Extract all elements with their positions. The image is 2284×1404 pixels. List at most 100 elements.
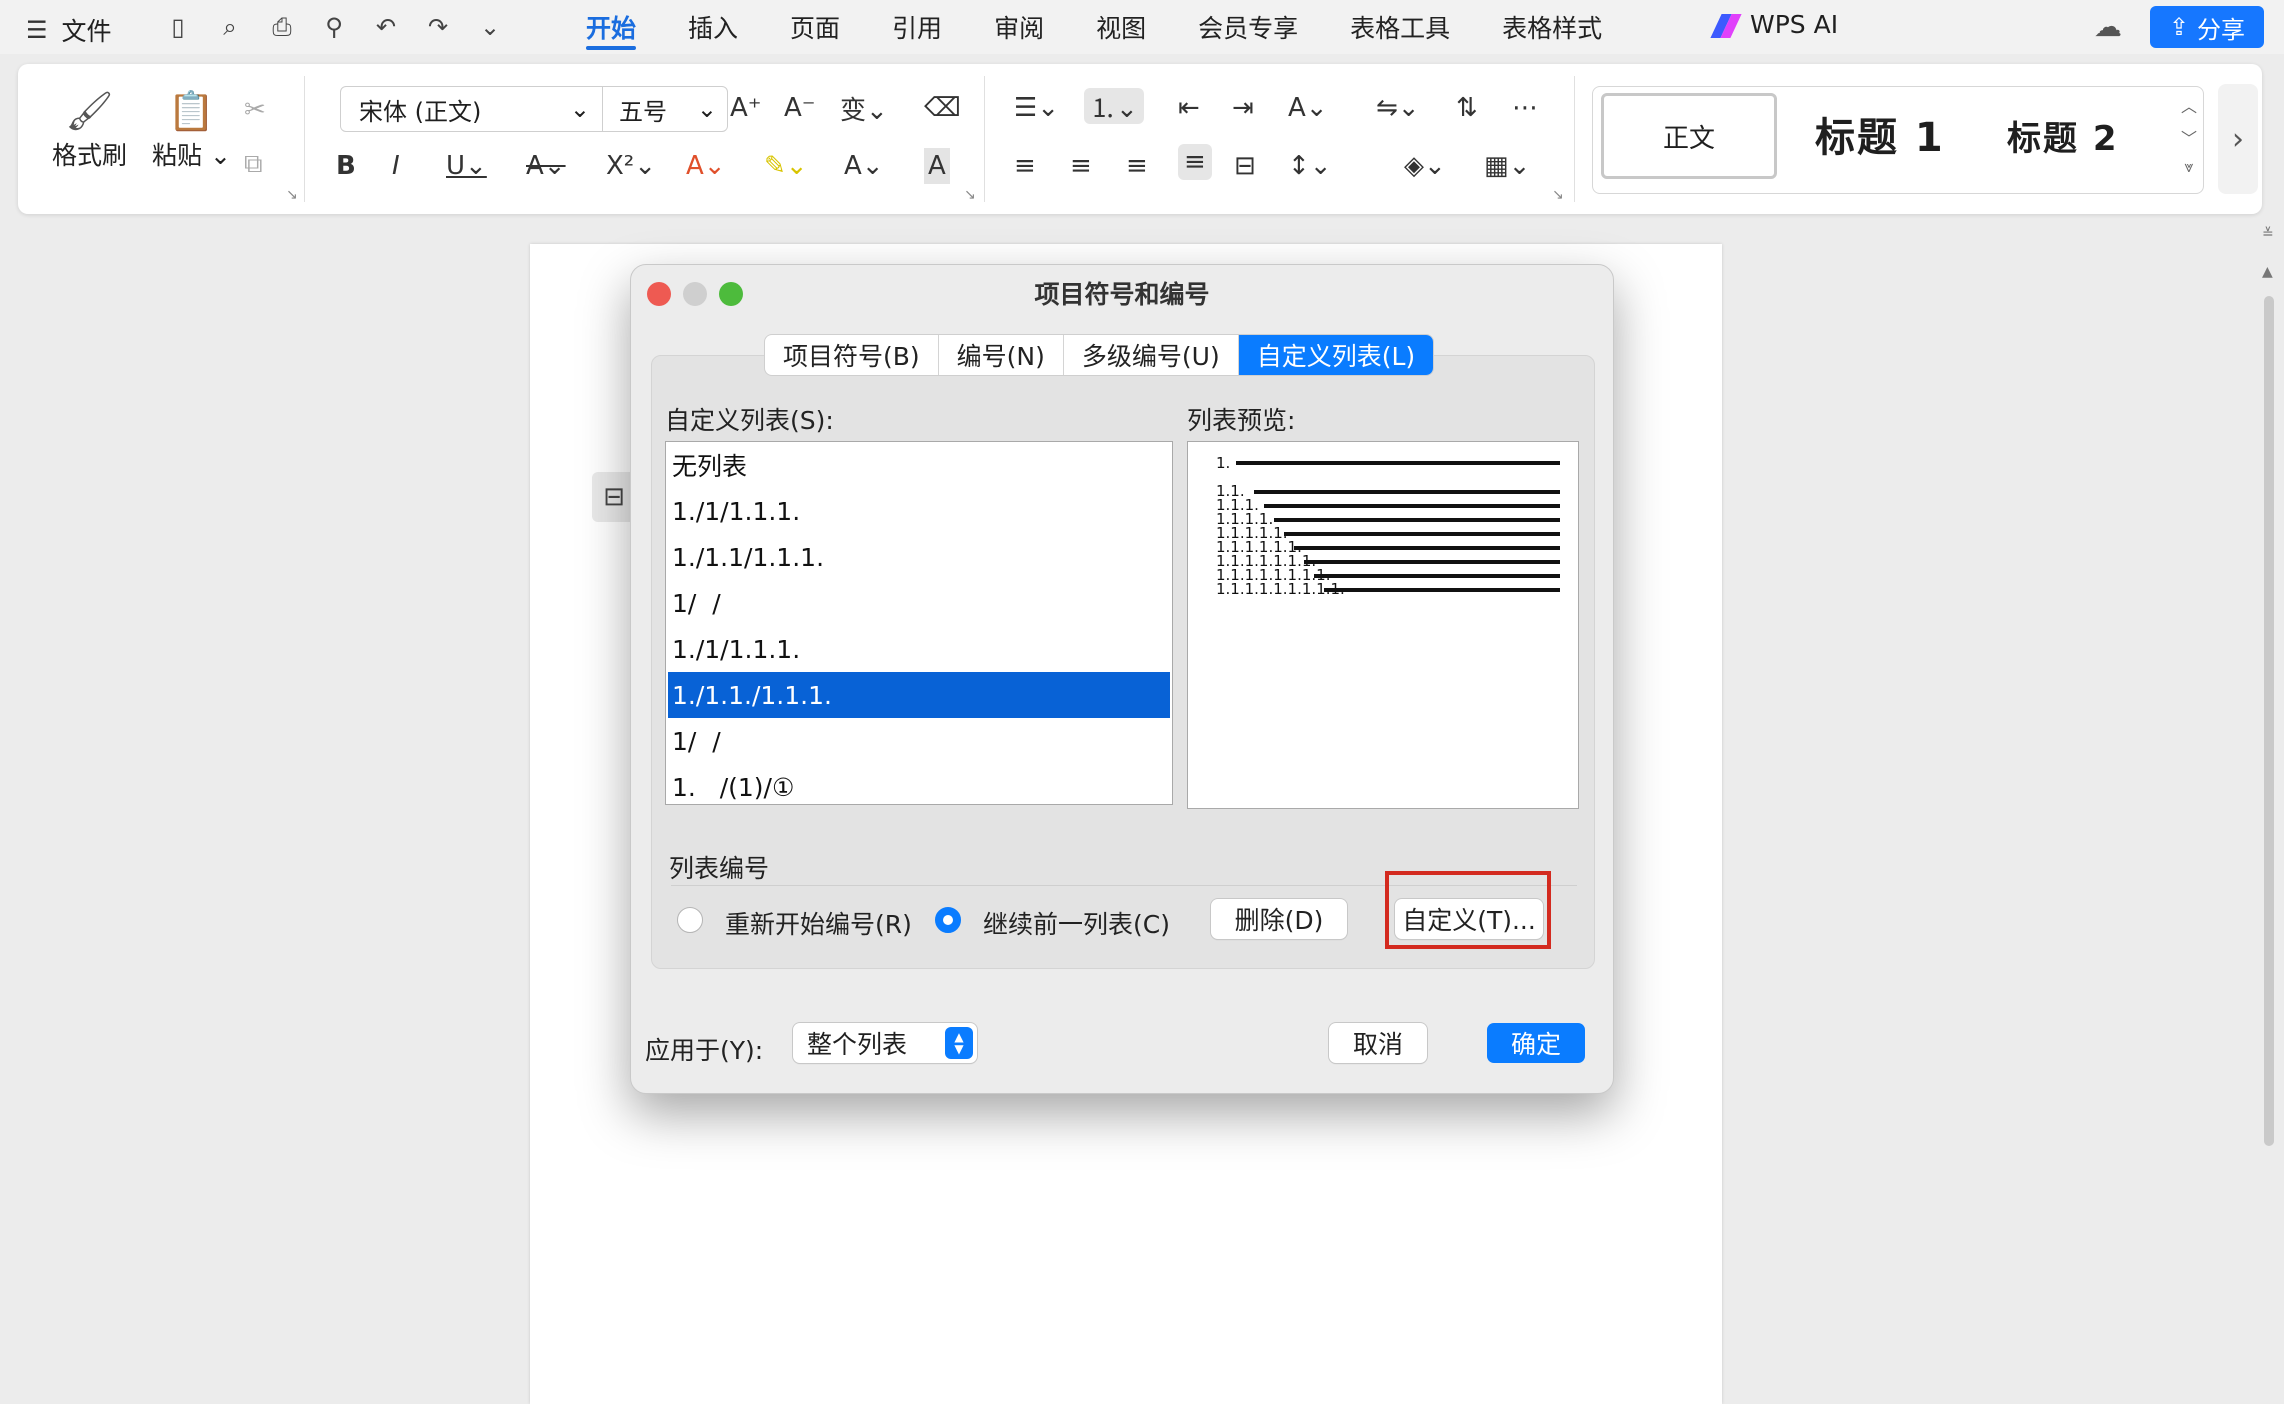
print-icon[interactable]: ⎙ bbox=[256, 12, 308, 42]
tab-insert[interactable]: 插入 bbox=[662, 0, 764, 54]
show-marks-icon[interactable]: ⋯ bbox=[1512, 90, 1538, 126]
list-item[interactable]: 1./1/1.1.1. bbox=[666, 488, 1172, 534]
continue-list-label: 继续前一列表(C) bbox=[983, 910, 1170, 939]
text-effect-icon[interactable]: A⌄ bbox=[686, 148, 726, 184]
clipboard-expand-icon[interactable]: ↘ bbox=[286, 187, 298, 203]
select-stepper-icon: ▲ ▼ bbox=[945, 1027, 973, 1059]
tab-member[interactable]: 会员专享 bbox=[1172, 0, 1324, 54]
clear-format-icon[interactable]: ⌫ bbox=[924, 90, 961, 126]
tab-references[interactable]: 引用 bbox=[866, 0, 968, 54]
wps-ai-label: WPS AI bbox=[1750, 10, 1839, 39]
chevron-up-icon[interactable]: ︿ bbox=[2181, 93, 2197, 117]
preview-line bbox=[1254, 490, 1560, 494]
list-item[interactable]: 1./1.1/1.1.1. bbox=[666, 534, 1172, 580]
preview-line bbox=[1274, 518, 1560, 522]
list-item[interactable]: 1./1/1.1.1. bbox=[666, 626, 1172, 672]
chevron-down-icon: ⌄ bbox=[569, 95, 590, 123]
tab-page[interactable]: 页面 bbox=[764, 0, 866, 54]
paragraph-expand-icon[interactable]: ↘ bbox=[1552, 187, 1564, 203]
chevron-down-icon[interactable]: ﹀ bbox=[2181, 125, 2197, 149]
phonetic-guide-icon[interactable]: 变⌄ bbox=[840, 90, 888, 126]
sort-icon[interactable]: ⇅ bbox=[1456, 90, 1478, 126]
shrink-font-icon[interactable]: A⁻ bbox=[784, 90, 816, 126]
sort-swap-icon[interactable]: ⇋⌄ bbox=[1376, 90, 1420, 126]
chevron-right-icon[interactable]: › bbox=[2218, 84, 2258, 194]
wps-ai-button[interactable]: WPS AI bbox=[1710, 10, 1839, 39]
list-item[interactable]: 1. /(1)/① bbox=[666, 764, 1172, 804]
preview-line bbox=[1324, 588, 1560, 592]
tab-multilevel[interactable]: 多级编号(U) bbox=[1064, 335, 1239, 375]
tab-table-style[interactable]: 表格样式 bbox=[1476, 0, 1628, 54]
format-painter-button[interactable]: 🖌 格式刷 bbox=[52, 86, 127, 172]
scrollbar-thumb[interactable] bbox=[2264, 296, 2274, 1146]
custom-list-box[interactable]: 无列表 1./1/1.1.1. 1./1.1/1.1.1. 1/ / 1./1/… bbox=[665, 441, 1173, 805]
highlight-icon[interactable]: ✎⌄ bbox=[764, 148, 808, 184]
delete-button[interactable]: 删除(D) bbox=[1211, 899, 1347, 939]
more-chevron-icon[interactable]: ⌄ bbox=[464, 12, 516, 42]
restart-numbering-radio[interactable] bbox=[677, 907, 703, 933]
list-item[interactable]: 1/ / bbox=[666, 580, 1172, 626]
list-item[interactable]: 1/ / bbox=[666, 718, 1172, 764]
styles-gallery: 正文 标题 1 标题 2 ︿ ﹀ ⩔ bbox=[1592, 86, 2204, 194]
export-icon[interactable]: ⌕ bbox=[204, 12, 256, 42]
vertical-scrollbar[interactable]: ≚ ▲ bbox=[2258, 226, 2282, 1404]
preview-line bbox=[1314, 574, 1560, 578]
decrease-indent-icon[interactable]: ⇤ bbox=[1178, 90, 1200, 126]
tab-numbering[interactable]: 编号(N) bbox=[939, 335, 1064, 375]
expand-gallery-icon[interactable]: ⩔ bbox=[2184, 157, 2193, 177]
cut-icon[interactable]: ✂ bbox=[244, 92, 266, 128]
tab-custom-list[interactable]: 自定义列表(L) bbox=[1238, 335, 1434, 375]
tab-review[interactable]: 审阅 bbox=[968, 0, 1070, 54]
apply-to-select[interactable]: 整个列表 ▲ ▼ bbox=[793, 1023, 977, 1063]
ok-button[interactable]: 确定 bbox=[1487, 1023, 1585, 1063]
increase-indent-icon[interactable]: ⇥ bbox=[1232, 90, 1254, 126]
cloud-upload-icon[interactable]: ☁ bbox=[2094, 10, 2122, 43]
share-label: 分享 bbox=[2197, 15, 2246, 44]
borders-icon[interactable]: ▦⌄ bbox=[1484, 148, 1530, 184]
superscript-icon[interactable]: X²⌄ bbox=[606, 148, 656, 184]
align-left-icon[interactable]: ≡ bbox=[1014, 148, 1036, 184]
bold-icon[interactable]: B bbox=[336, 148, 356, 184]
strikethrough-icon[interactable]: A⌄ bbox=[526, 148, 566, 184]
text-direction-icon[interactable]: A⌄ bbox=[1288, 90, 1328, 126]
redo-icon[interactable]: ↷ bbox=[412, 12, 464, 42]
list-item-selected[interactable]: 1./1.1./1.1.1. bbox=[668, 672, 1170, 718]
file-menu[interactable]: ☰ 文件 bbox=[26, 12, 112, 48]
bullet-list-icon[interactable]: ☰⌄ bbox=[1014, 90, 1059, 126]
save-icon[interactable]: ▯ bbox=[152, 12, 204, 42]
tab-bullets[interactable]: 项目符号(B) bbox=[765, 335, 939, 375]
tab-home[interactable]: 开始 bbox=[560, 0, 662, 54]
align-right-icon[interactable]: ≡ bbox=[1126, 148, 1148, 184]
apply-to-label: 应用于(Y): bbox=[645, 1036, 764, 1065]
justify-icon[interactable]: ≡ bbox=[1178, 144, 1212, 180]
undo-icon[interactable]: ↶ bbox=[360, 12, 412, 42]
font-size-select[interactable]: 五号 ⌄ bbox=[603, 87, 727, 131]
list-item[interactable]: 无列表 bbox=[666, 442, 1172, 488]
copy-icon[interactable]: ⧉ bbox=[244, 146, 263, 182]
clipboard-icon: 📋 bbox=[167, 88, 216, 133]
distribute-icon[interactable]: ⊟ bbox=[1234, 148, 1256, 184]
numbered-list-icon[interactable]: ⒈⌄ bbox=[1084, 88, 1144, 124]
cancel-button[interactable]: 取消 bbox=[1329, 1023, 1427, 1063]
continue-list-radio[interactable] bbox=[935, 907, 961, 933]
align-center-icon[interactable]: ≡ bbox=[1070, 148, 1092, 184]
font-name-select[interactable]: 宋体 (正文) ⌄ bbox=[341, 87, 603, 131]
share-button[interactable]: ⇪ 分享 bbox=[2150, 6, 2264, 48]
style-heading-1[interactable]: 标题 1 bbox=[1815, 105, 1945, 163]
print-preview-icon[interactable]: ⚲ bbox=[308, 12, 360, 42]
font-expand-icon[interactable]: ↘ bbox=[964, 187, 976, 203]
grow-font-icon[interactable]: A⁺ bbox=[730, 90, 762, 126]
tab-table-tools[interactable]: 表格工具 bbox=[1324, 0, 1476, 54]
underline-icon[interactable]: U⌄ bbox=[446, 148, 487, 184]
scroll-up-icon[interactable]: ▲ bbox=[2262, 264, 2273, 280]
style-heading-2[interactable]: 标题 2 bbox=[2007, 111, 2119, 160]
style-normal[interactable]: 正文 bbox=[1601, 93, 1777, 179]
font-color-icon[interactable]: A⌄ bbox=[844, 148, 884, 184]
shading-fill-icon[interactable]: ◈⌄ bbox=[1404, 148, 1446, 184]
italic-icon[interactable]: I bbox=[392, 148, 400, 184]
line-spacing-icon[interactable]: ↕⌄ bbox=[1288, 148, 1332, 184]
paste-button[interactable]: 📋 粘贴 ⌄ bbox=[152, 86, 231, 172]
tab-view[interactable]: 视图 bbox=[1070, 0, 1172, 54]
wps-ai-logo-icon bbox=[1710, 13, 1742, 38]
char-shading-icon[interactable]: A bbox=[924, 148, 950, 184]
